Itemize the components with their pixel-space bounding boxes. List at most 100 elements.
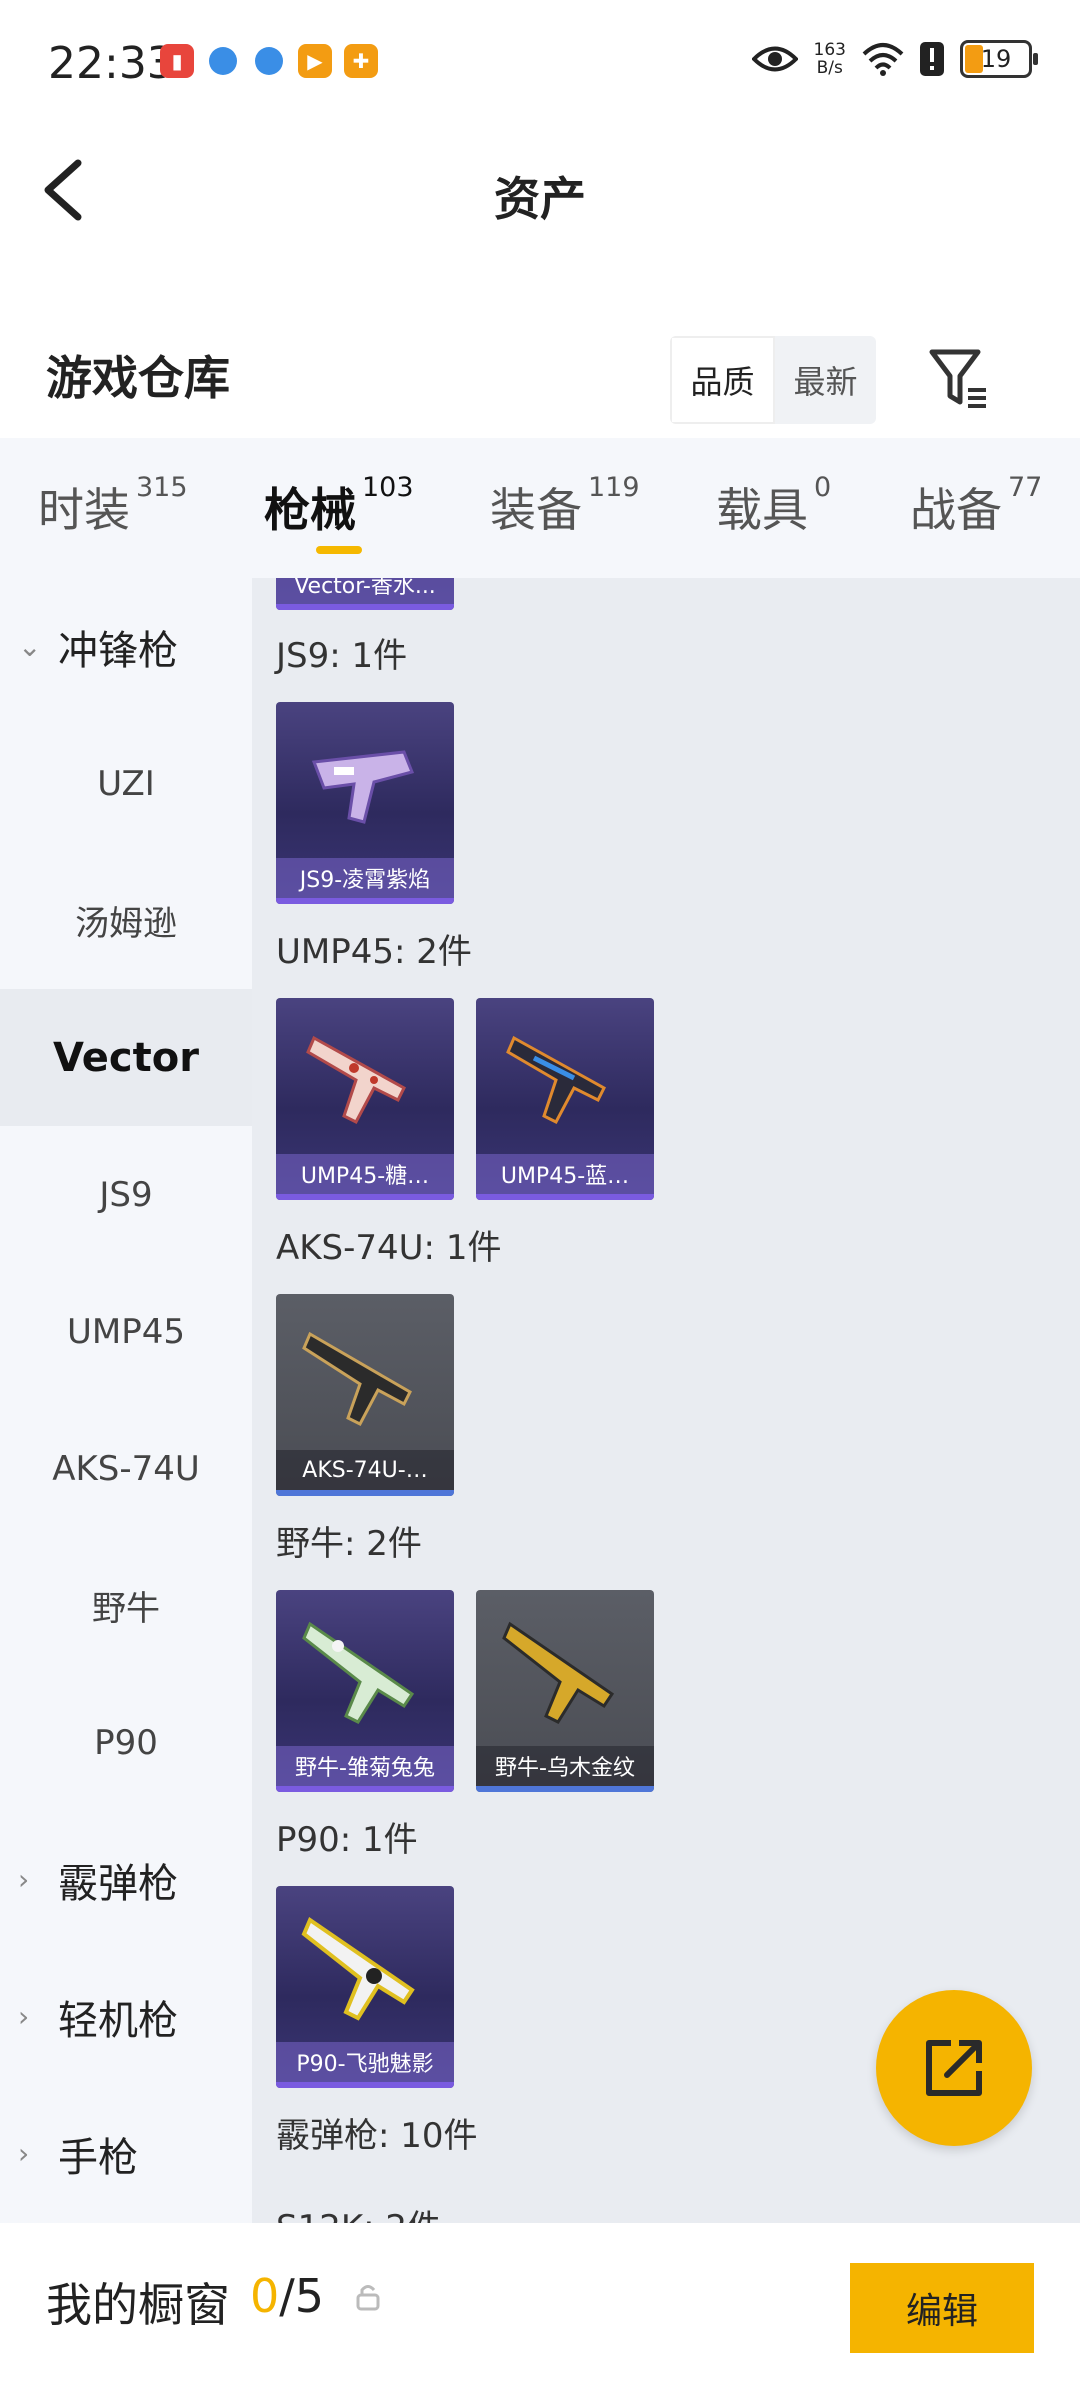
tab-label: 时装 [38, 483, 130, 537]
chevron-down-icon: ⌄ [18, 630, 42, 663]
active-tab-indicator [316, 546, 362, 554]
section-label: 霰弹枪: 10件 [276, 2116, 478, 2156]
smg-icon [506, 1035, 606, 1124]
chevron-right-icon: › [18, 2137, 30, 2170]
weapon-card-name: 野牛-雏菊兔兔 [276, 1746, 454, 1786]
smg-icon [502, 1621, 615, 1724]
weapon-card-name: P90-飞驰魅影 [276, 2042, 454, 2082]
section-label: AKS-74U: 1件 [276, 1228, 502, 1268]
rarity-bar [276, 1490, 454, 1496]
browser-icon [252, 44, 286, 78]
tab-supplies[interactable]: 战备 77 [910, 472, 1043, 540]
showcase-label: 我的橱窗 [46, 2278, 230, 2332]
sidebar-item-label: 轻机枪 [58, 1997, 178, 2044]
tab-equipment[interactable]: 装备 119 [490, 472, 640, 540]
tab-count: 315 [136, 472, 188, 503]
battery-indicator: 19 [960, 40, 1038, 78]
section-label: 野牛: 2件 [276, 1524, 422, 1564]
tab-count: 77 [1008, 472, 1043, 503]
tab-count: 119 [588, 472, 640, 503]
section-label: S12K: 2件 [276, 2200, 441, 2223]
weapon-card[interactable]: UMP45-蓝… [476, 998, 654, 1200]
chevron-right-icon: › [18, 1863, 30, 1896]
status-bar: 22:33 ▮ ▶ ✚ 163 B/s 19 [0, 0, 1080, 125]
section-label: P90: 1件 [276, 1820, 418, 1860]
tab-count: 103 [362, 472, 414, 503]
weapon-card[interactable]: JS9-凌霄紫焰 [276, 702, 454, 904]
sidebar-item-label: 霰弹枪 [58, 1860, 178, 1907]
showcase-bar: 我的橱窗 0/5 编辑 [0, 2223, 1080, 2382]
tab-label: 装备 [490, 483, 582, 537]
smg-icon [302, 1331, 412, 1426]
sort-latest-button[interactable]: 最新 [775, 336, 876, 424]
tab-vehicles[interactable]: 载具 0 [716, 472, 832, 540]
weapon-card[interactable]: 野牛-雏菊兔兔 [276, 1590, 454, 1792]
weapon-card[interactable]: 野牛-乌木金纹 [476, 1590, 654, 1792]
rarity-bar [476, 1194, 654, 1200]
sidebar-item-js9[interactable]: JS9 [0, 1126, 252, 1263]
sidebar-item-bizon[interactable]: 野牛 [0, 1537, 252, 1674]
showcase-count: 0/5 [250, 2269, 324, 2323]
warehouse-title: 游戏仓库 [46, 351, 230, 405]
tab-fashion[interactable]: 时装 315 [38, 472, 188, 540]
app-red-icon: ▮ [160, 44, 194, 78]
video-icon: ▶ [298, 44, 332, 78]
sidebar-item-ump45[interactable]: UMP45 [0, 1263, 252, 1400]
net-speed-unit: B/s [816, 58, 843, 78]
weapon-card[interactable]: P90-飞驰魅影 [276, 1886, 454, 2088]
showcase-count-max: /5 [279, 2269, 325, 2323]
tab-label: 战备 [910, 483, 1002, 537]
sidebar-item-p90[interactable]: P90 [0, 1674, 252, 1811]
sort-quality-button[interactable]: 品质 [670, 336, 775, 424]
sidebar-item-label: 手枪 [58, 2134, 138, 2181]
tab-label: 枪械 [264, 483, 356, 537]
tab-count: 0 [814, 472, 832, 503]
smg-icon [302, 1621, 415, 1724]
weapon-card-name: 野牛-乌木金纹 [476, 1746, 654, 1786]
eye-icon [751, 46, 798, 72]
sidebar-item-aks74u[interactable]: AKS-74U [0, 1400, 252, 1537]
tab-label: 载具 [716, 483, 808, 537]
sort-toggle: 品质 最新 [670, 336, 876, 424]
net-speed-value: 163 [813, 40, 846, 60]
section-label: JS9: 1件 [276, 636, 408, 676]
weapon-list: Vector-香水... JS9: 1件 JS9-凌霄紫焰 UMP45: 2件 … [252, 578, 1080, 2223]
sidebar-item-smg[interactable]: ⌄ 冲锋枪 [0, 578, 252, 715]
sidebar-item-thompson[interactable]: 汤姆逊 [0, 852, 252, 989]
weapon-card[interactable]: Vector-香水... [276, 578, 454, 610]
sidebar-item-pistol[interactable]: › 手枪 [0, 2085, 252, 2222]
lock-icon [356, 2285, 380, 2311]
sidebar-item-uzi[interactable]: UZI [0, 715, 252, 852]
rarity-bar [276, 604, 454, 610]
warehouse-header: 游戏仓库 品质 最新 [0, 320, 1080, 440]
sidebar-item-shotgun[interactable]: › 霰弹枪 [0, 1811, 252, 1948]
clock: 22:33 [48, 38, 175, 89]
smg-icon [301, 1916, 415, 2021]
rarity-bar [276, 1194, 454, 1200]
share-button[interactable] [876, 1990, 1032, 2146]
sidebar-item-lmg[interactable]: › 轻机枪 [0, 1948, 252, 2085]
app-header: 资产 [0, 125, 1080, 255]
sidebar-item-vector[interactable]: Vector [0, 989, 252, 1126]
showcase-count-current: 0 [250, 2269, 280, 2323]
rarity-bar [276, 2082, 454, 2088]
weapon-card-name: UMP45-糖… [276, 1154, 454, 1194]
weapon-card-name: UMP45-蓝… [476, 1154, 654, 1194]
weapon-card[interactable]: UMP45-糖… [276, 998, 454, 1200]
edit-button[interactable]: 编辑 [850, 2263, 1034, 2353]
smg-icon [311, 750, 415, 824]
alert-icon [920, 42, 944, 76]
weapon-card[interactable]: AKS-74U-… [276, 1294, 454, 1496]
network-speed: 163 B/s [814, 41, 846, 77]
rarity-bar [276, 898, 454, 904]
rarity-bar [476, 1786, 654, 1792]
smg-icon [306, 1035, 406, 1124]
wifi-icon [862, 43, 904, 76]
tab-firearms[interactable]: 枪械 103 [264, 472, 414, 540]
game-icon: ✚ [344, 44, 378, 78]
filter-icon[interactable] [928, 344, 990, 414]
share-icon [926, 2040, 982, 2096]
battery-level: 19 [980, 45, 1012, 73]
weapon-card-name: AKS-74U-… [276, 1450, 454, 1490]
weapon-category-sidebar: ⌄ 冲锋枪 UZI 汤姆逊 Vector JS9 UMP45 AKS-74U 野牛… [0, 578, 252, 2223]
